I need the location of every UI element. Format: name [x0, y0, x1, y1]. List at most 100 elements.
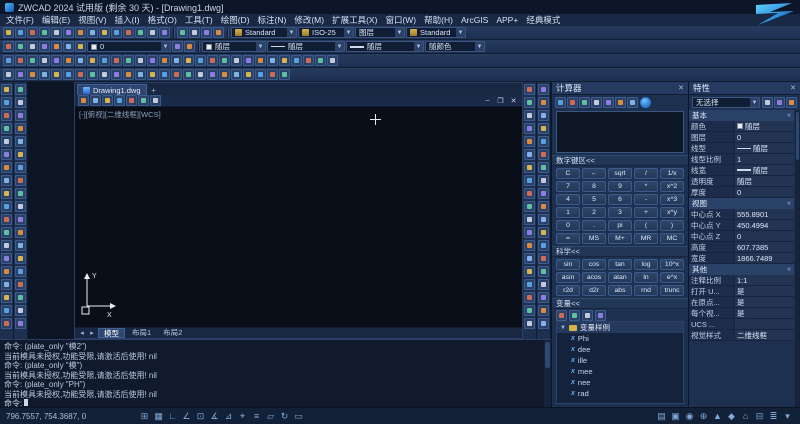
toolbar-icon[interactable] — [147, 27, 158, 38]
menu-item[interactable]: 工具(T) — [181, 14, 217, 26]
palette-icon[interactable] — [524, 214, 535, 225]
menu-item[interactable]: 绘图(D) — [217, 14, 254, 26]
layer-style-select[interactable]: 图层 ▼ — [355, 27, 405, 38]
palette-icon[interactable] — [1, 110, 12, 121]
calc-key-pi[interactable]: pi — [608, 220, 632, 231]
calc-key-MC[interactable]: MC — [660, 233, 684, 244]
palette-icon[interactable] — [538, 123, 549, 134]
palette-icon[interactable] — [538, 162, 549, 173]
toolbar-icon[interactable] — [27, 41, 38, 52]
annotation-icon[interactable]: ▭ — [292, 410, 305, 423]
toolbar-icon[interactable] — [213, 27, 224, 38]
polar-icon[interactable]: ∠ — [180, 410, 193, 423]
toolbar-icon[interactable] — [75, 27, 86, 38]
panel-close-icon[interactable]: ✕ — [678, 84, 684, 92]
toolbar-icon[interactable] — [569, 310, 580, 321]
palette-icon[interactable] — [15, 136, 26, 147]
toolbar-icon[interactable] — [135, 55, 146, 66]
toolbar-icon[interactable] — [615, 97, 626, 108]
toolbar-icon[interactable] — [267, 69, 278, 80]
palette-icon[interactable] — [1, 97, 12, 108]
calc-key-M+[interactable]: M+ — [608, 233, 632, 244]
calc-key-←[interactable]: ← — [582, 168, 606, 179]
toolbar-icon[interactable] — [189, 27, 200, 38]
palette-icon[interactable] — [1, 84, 12, 95]
menu-item[interactable]: 视图(V) — [74, 14, 110, 26]
palette-icon[interactable] — [538, 240, 549, 251]
numpad-section-header[interactable]: 数字键区<< — [552, 155, 688, 166]
viewport-controls-label[interactable]: [-][俯视][二维线框][WCS] — [79, 109, 161, 120]
clean-screen-icon[interactable]: ⊟ — [753, 410, 766, 423]
toolbar-icon[interactable] — [51, 69, 62, 80]
calc-key-.[interactable]: . — [582, 220, 606, 231]
collapse-icon[interactable]: « — [787, 266, 791, 273]
property-value[interactable]: 是 — [735, 297, 794, 307]
palette-icon[interactable] — [15, 84, 26, 95]
calc-key-d2r[interactable]: d2r — [582, 285, 606, 296]
calc-key-8[interactable]: 8 — [582, 181, 606, 192]
toolbar-icon[interactable] — [75, 69, 86, 80]
chevron-down-icon[interactable]: ▼ — [456, 28, 465, 37]
palette-icon[interactable] — [1, 318, 12, 329]
toolbar-icon[interactable] — [15, 69, 26, 80]
calc-key-5[interactable]: 5 — [582, 194, 606, 205]
toolbar-icon[interactable] — [126, 95, 137, 106]
toolbar-icon[interactable] — [183, 69, 194, 80]
section-header-基本[interactable]: 基本« — [689, 110, 794, 121]
toolbar-icon[interactable] — [555, 97, 566, 108]
toolbar-icon[interactable] — [3, 27, 14, 38]
toolbar-icon[interactable] — [63, 69, 74, 80]
palette-icon[interactable] — [15, 266, 26, 277]
toolbar-icon[interactable] — [147, 69, 158, 80]
variable-item-nee[interactable]: xnee — [557, 377, 683, 388]
palette-icon[interactable] — [538, 305, 549, 316]
toolbar-icon[interactable] — [114, 95, 125, 106]
toolbar-icon[interactable] — [327, 55, 338, 66]
ducs-icon[interactable]: ⊿ — [222, 410, 235, 423]
palette-icon[interactable] — [524, 305, 535, 316]
variable-group[interactable]: ▼变量样例 — [557, 322, 683, 333]
toolbar-icon[interactable] — [123, 27, 134, 38]
palette-icon[interactable] — [15, 227, 26, 238]
chevron-down-icon[interactable]: ▼ — [395, 28, 404, 37]
palette-icon[interactable] — [524, 162, 535, 173]
palette-icon[interactable] — [524, 279, 535, 290]
chevron-down-icon[interactable]: ▼ — [256, 42, 265, 51]
more-options-icon[interactable]: ▾ — [781, 410, 794, 423]
palette-icon[interactable] — [538, 292, 549, 303]
layout-preview-icon[interactable]: ▣ — [669, 410, 682, 423]
calc-key-log[interactable]: log — [634, 259, 658, 270]
toolbar-icon[interactable] — [150, 95, 161, 106]
toolbar-icon[interactable] — [591, 97, 602, 108]
palette-icon[interactable] — [524, 84, 535, 95]
calc-key-+[interactable]: + — [634, 207, 658, 218]
toolbar-icon[interactable] — [75, 41, 86, 52]
toolbar-icon[interactable] — [111, 27, 122, 38]
palette-icon[interactable] — [1, 201, 12, 212]
toolbar-icon[interactable] — [99, 55, 110, 66]
palette-icon[interactable] — [538, 175, 549, 186]
property-value[interactable]: 0 — [735, 187, 794, 197]
toolbar-icon[interactable] — [171, 55, 182, 66]
palette-icon[interactable] — [1, 136, 12, 147]
text-style-select[interactable]: Standard ▼ — [231, 27, 297, 38]
calc-sphere-icon[interactable] — [640, 97, 651, 108]
toolbar-icon[interactable] — [159, 55, 170, 66]
toolbar-icon[interactable] — [267, 55, 278, 66]
object-snap-icon[interactable]: ⊡ — [194, 410, 207, 423]
palette-icon[interactable] — [1, 175, 12, 186]
collapse-icon[interactable]: « — [787, 200, 791, 207]
toolbar-icon[interactable] — [279, 55, 290, 66]
palette-icon[interactable] — [15, 279, 26, 290]
toolbar-icon[interactable] — [159, 69, 170, 80]
chevron-down-icon[interactable]: ▼ — [344, 28, 353, 37]
toolbar-icon[interactable] — [556, 310, 567, 321]
toolbar-icon[interactable] — [171, 69, 182, 80]
palette-icon[interactable] — [524, 123, 535, 134]
calc-key-r2d[interactable]: r2d — [556, 285, 580, 296]
palette-icon[interactable] — [15, 162, 26, 173]
menu-item[interactable]: 编辑(E) — [38, 14, 74, 26]
toolbar-icon[interactable] — [111, 55, 122, 66]
property-value[interactable]: 是 — [735, 308, 794, 318]
palette-icon[interactable] — [524, 201, 535, 212]
